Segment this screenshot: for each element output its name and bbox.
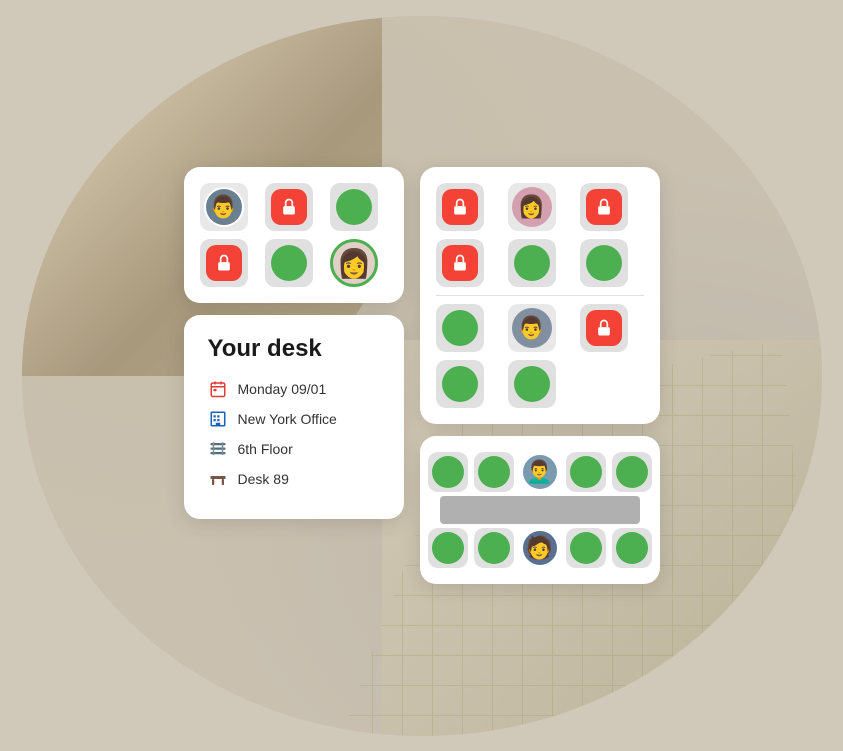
r2-slot-2[interactable]: 👨 — [508, 304, 556, 352]
conference-table: 👨‍🦱 — [436, 452, 644, 568]
conf-green-t4 — [616, 456, 648, 488]
conf-seat-t3[interactable] — [566, 452, 606, 492]
calendar-icon — [208, 379, 228, 399]
r-slot-1[interactable] — [436, 183, 484, 231]
desk-row: Desk 89 — [208, 469, 380, 489]
r-lock-1 — [442, 189, 478, 225]
right-column: 👩 — [420, 167, 660, 584]
your-desk-title: Your desk — [208, 335, 380, 363]
desk-slot-3[interactable] — [330, 183, 378, 231]
conf-table-body — [440, 496, 640, 524]
r2-green-1 — [442, 310, 478, 346]
conf-seat-b1[interactable] — [428, 528, 468, 568]
conf-green-b3 — [570, 532, 602, 564]
conf-green-b2 — [478, 532, 510, 564]
conference-table-card: 👨‍🦱 — [420, 436, 660, 584]
r-green-1 — [514, 245, 550, 281]
floor-text: 6th Floor — [238, 441, 293, 457]
lock-icon-1 — [271, 189, 307, 225]
cards-layout: 👨 — [184, 167, 660, 584]
r2-green-2 — [442, 366, 478, 402]
date-text: Monday 09/01 — [238, 381, 327, 397]
r2-slot-6[interactable] — [580, 360, 628, 408]
conf-seat-b3[interactable] — [566, 528, 606, 568]
r2-slot-4[interactable] — [436, 360, 484, 408]
available-dot-2 — [271, 245, 307, 281]
r2-green-3 — [514, 366, 550, 402]
r2-slot-1[interactable] — [436, 304, 484, 352]
divider — [436, 295, 644, 296]
conf-seat-t1[interactable] — [428, 452, 468, 492]
conf-bottom-row: 🧑 — [428, 528, 652, 568]
location-row: New York Office — [208, 409, 380, 429]
r-slot-5[interactable] — [508, 239, 556, 287]
desk-slot-5[interactable] — [265, 239, 313, 287]
conf-green-b1 — [432, 532, 464, 564]
left-column: 👨 — [184, 167, 404, 519]
content-wrapper: 👨 — [22, 16, 822, 736]
r2-slot-3[interactable] — [580, 304, 628, 352]
desk-text: Desk 89 — [238, 471, 289, 487]
conf-top-row: 👨‍🦱 — [428, 452, 652, 492]
location-text: New York Office — [238, 411, 337, 427]
desk-slot-4[interactable] — [200, 239, 248, 287]
desk-grid-left: 👨 — [200, 183, 388, 287]
r-slot-2[interactable]: 👩 — [508, 183, 556, 231]
conf-seat-b4[interactable] — [612, 528, 652, 568]
desk-grid-card-right: 👩 — [420, 167, 660, 424]
conf-green-b4 — [616, 532, 648, 564]
desk-slot-1[interactable]: 👨 — [200, 183, 248, 231]
desk-icon — [208, 469, 228, 489]
floor-row: 6th Floor — [208, 439, 380, 459]
avatar-person1: 👨 — [204, 187, 244, 227]
desk-slot-6-selected[interactable]: 👩 — [330, 239, 378, 287]
r2-slot-5[interactable] — [508, 360, 556, 408]
conf-green-t3 — [570, 456, 602, 488]
r-lock-3 — [442, 245, 478, 281]
date-row: Monday 09/01 — [208, 379, 380, 399]
available-dot-1 — [336, 189, 372, 225]
conf-green-t2 — [478, 456, 510, 488]
conf-seat-t2[interactable] — [474, 452, 514, 492]
desk-grid-card-left: 👨 — [184, 167, 404, 303]
r-slot-4[interactable] — [436, 239, 484, 287]
r-green-2 — [586, 245, 622, 281]
floor-icon — [208, 439, 228, 459]
conf-seat-b2[interactable] — [474, 528, 514, 568]
building-icon — [208, 409, 228, 429]
info-card: Your desk Monday 09/01 — [184, 315, 404, 519]
conf-person-top: 👨‍🦱 — [520, 452, 560, 492]
conf-person-bottom: 🧑 — [520, 528, 560, 568]
right-grid-bottom: 👨 — [436, 304, 644, 408]
r-lock-2 — [586, 189, 622, 225]
conf-seat-t4[interactable] — [612, 452, 652, 492]
r-slot-3[interactable] — [580, 183, 628, 231]
r-slot-6[interactable] — [580, 239, 628, 287]
main-oval: 👨 — [22, 16, 822, 736]
desk-slot-2[interactable] — [265, 183, 313, 231]
r2-lock-1 — [586, 310, 622, 346]
conf-green-t1 — [432, 456, 464, 488]
right-grid-top: 👩 — [436, 183, 644, 287]
lock-icon-2 — [206, 245, 242, 281]
